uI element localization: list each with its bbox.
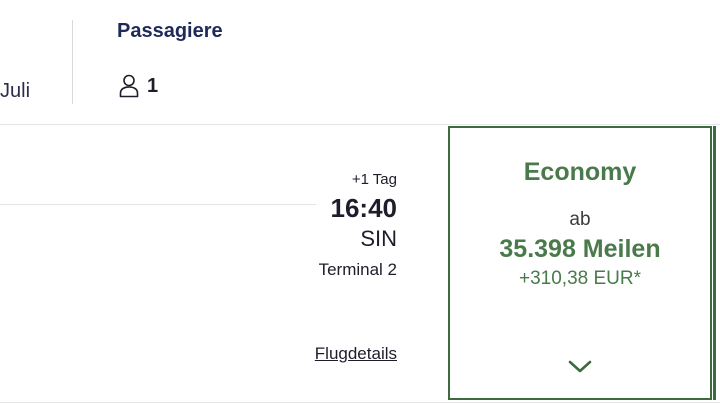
route-line xyxy=(0,204,316,205)
chevron-down-icon[interactable] xyxy=(567,359,593,380)
passengers-label: Passagiere xyxy=(117,20,223,42)
arrival-airport-code: SIN xyxy=(360,226,397,251)
person-icon xyxy=(119,74,139,98)
fare-miles: 35.398 Meilen xyxy=(499,235,661,263)
next-fare-card-edge xyxy=(713,126,716,400)
arrival-time: 16:40 xyxy=(330,193,398,223)
passengers-field[interactable]: 1 xyxy=(119,74,158,98)
fare-surcharge: +310,38 EUR* xyxy=(519,268,641,289)
economy-fare-card[interactable]: Economy ab 35.398 Meilen +310,38 EUR* xyxy=(448,126,712,400)
field-divider xyxy=(72,20,73,104)
flight-details-link[interactable]: Flugdetails xyxy=(315,344,397,364)
fare-from-label: ab xyxy=(569,209,591,230)
fare-class-name: Economy xyxy=(523,158,637,186)
arrival-info: +1 Tag 16:40 SIN Terminal 2 xyxy=(319,170,397,284)
arrival-terminal: Terminal 2 xyxy=(318,260,397,279)
search-summary-bar: Juli Passagiere 1 xyxy=(0,0,720,125)
arrival-day-offset: +1 Tag xyxy=(351,171,397,188)
date-field-value[interactable]: Juli xyxy=(0,80,30,103)
row-divider xyxy=(0,402,720,403)
passengers-count: 1 xyxy=(147,74,159,97)
